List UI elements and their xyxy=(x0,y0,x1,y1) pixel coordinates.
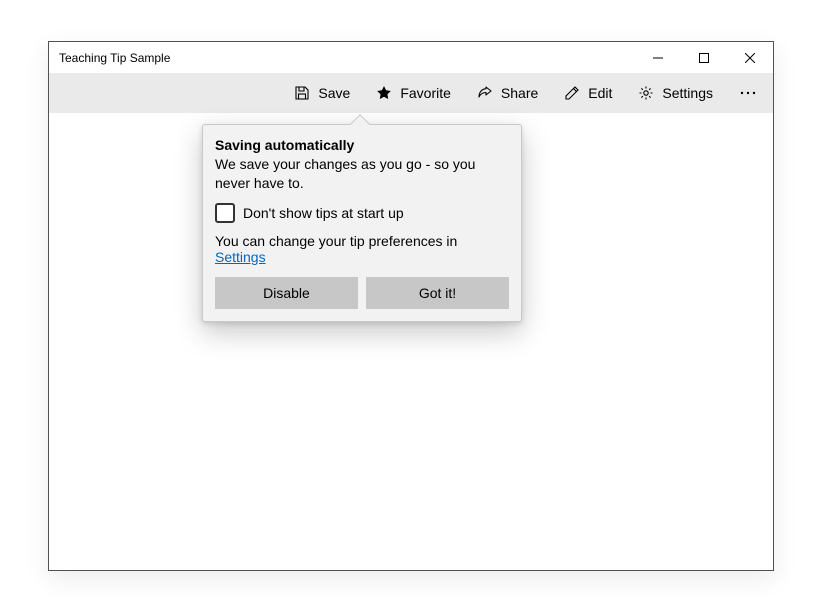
app-window: Teaching Tip Sample xyxy=(48,41,774,571)
settings-label: Settings xyxy=(662,85,713,101)
save-icon xyxy=(294,85,310,101)
maximize-icon xyxy=(699,53,709,63)
gear-icon xyxy=(638,85,654,101)
share-button[interactable]: Share xyxy=(467,79,548,107)
close-button[interactable] xyxy=(727,42,773,73)
pencil-icon xyxy=(564,85,580,101)
share-icon xyxy=(477,85,493,101)
tip-buttons: Disable Got it! xyxy=(215,277,509,309)
titlebar: Teaching Tip Sample xyxy=(49,42,773,73)
tip-close-button[interactable]: Got it! xyxy=(366,277,509,309)
window-controls xyxy=(635,42,773,73)
tip-checkbox[interactable] xyxy=(215,203,235,223)
content-area: Saving automatically We save your change… xyxy=(49,113,773,570)
tip-footer: You can change your tip preferences in S… xyxy=(215,233,509,265)
edit-label: Edit xyxy=(588,85,612,101)
tip-title: Saving automatically xyxy=(215,137,509,153)
tip-beak xyxy=(350,114,370,134)
save-label: Save xyxy=(318,85,350,101)
favorite-button[interactable]: Favorite xyxy=(366,79,461,107)
maximize-button[interactable] xyxy=(681,42,727,73)
favorite-label: Favorite xyxy=(400,85,451,101)
minimize-icon xyxy=(653,53,663,63)
settings-button[interactable]: Settings xyxy=(628,79,723,107)
tip-subtitle: We save your changes as you go - so you … xyxy=(215,155,509,193)
teaching-tip: Saving automatically We save your change… xyxy=(202,124,522,322)
share-label: Share xyxy=(501,85,538,101)
command-bar: Save Favorite Share Edit xyxy=(49,73,773,113)
star-icon xyxy=(376,85,392,101)
more-icon xyxy=(740,91,756,95)
more-button[interactable] xyxy=(729,85,767,101)
save-button[interactable]: Save xyxy=(284,79,360,107)
edit-button[interactable]: Edit xyxy=(554,79,622,107)
tip-checkbox-row: Don't show tips at start up xyxy=(215,203,509,223)
tip-footer-prefix: You can change your tip preferences in xyxy=(215,233,457,249)
close-icon xyxy=(745,53,755,63)
minimize-button[interactable] xyxy=(635,42,681,73)
window-title: Teaching Tip Sample xyxy=(59,51,170,65)
tip-settings-link[interactable]: Settings xyxy=(215,249,266,265)
tip-checkbox-label: Don't show tips at start up xyxy=(243,205,404,221)
tip-action-button[interactable]: Disable xyxy=(215,277,358,309)
